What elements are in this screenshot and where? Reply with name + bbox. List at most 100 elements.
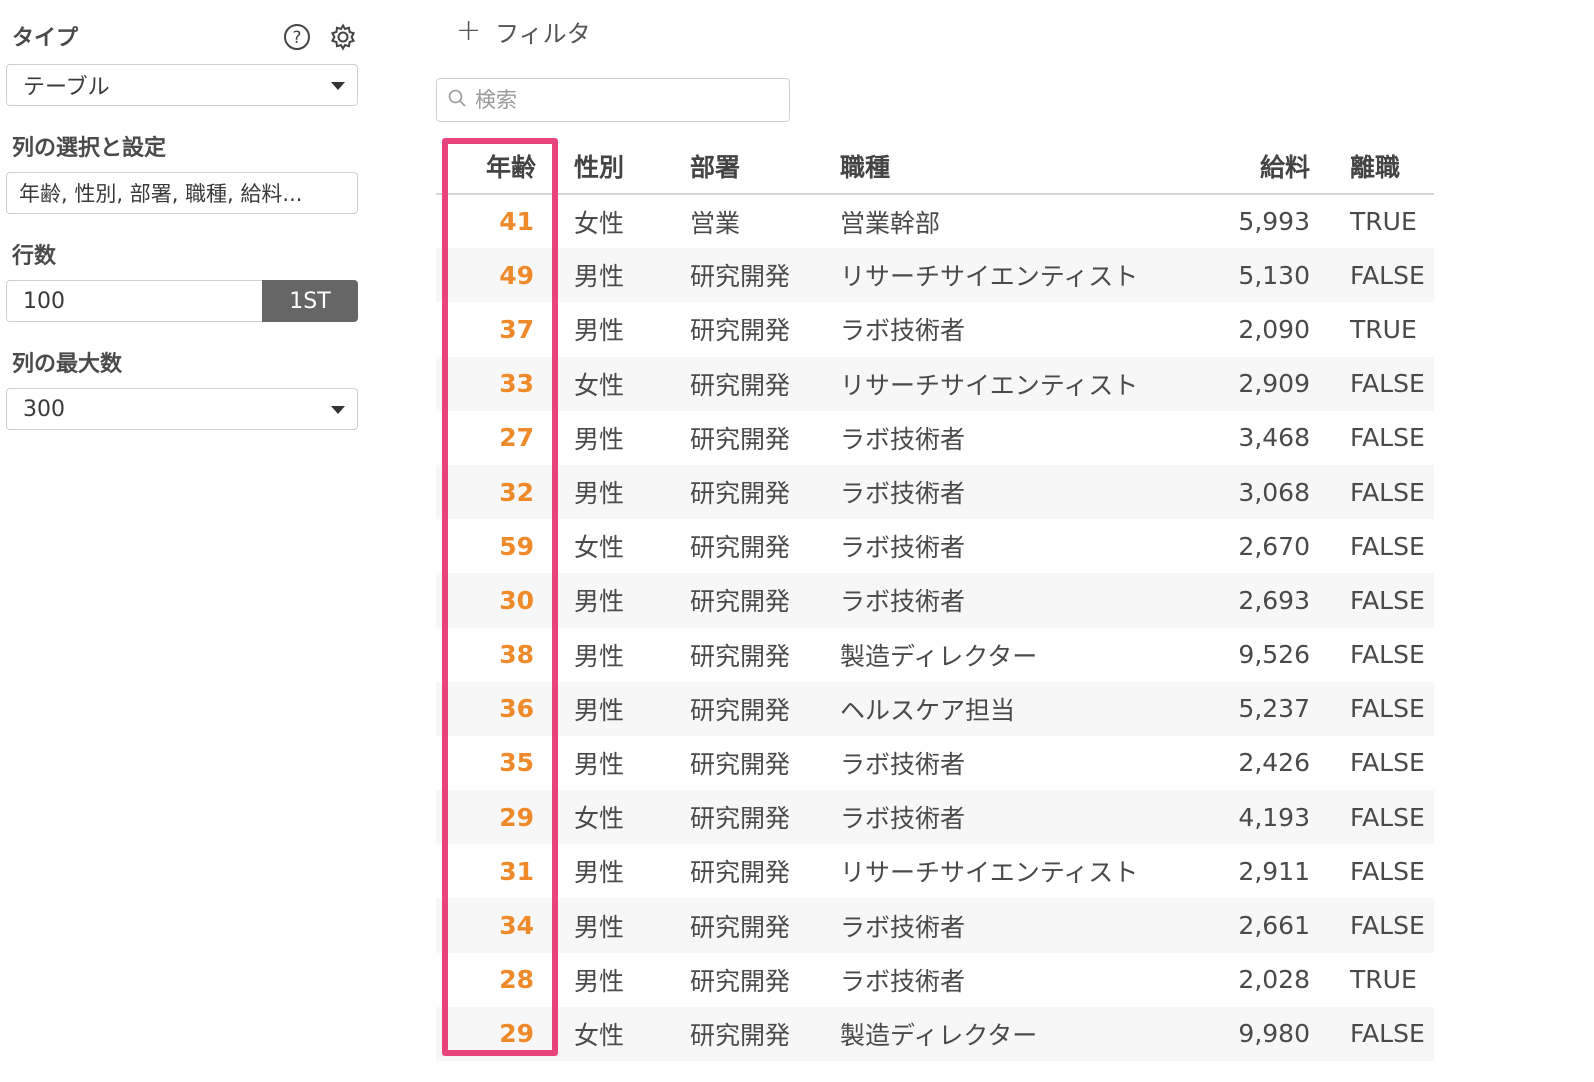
cell-attrition: FALSE (1312, 573, 1434, 628)
cell-gender: 女性 (554, 790, 672, 845)
cell-salary: 9,980 (1167, 1006, 1312, 1061)
cell-attrition: FALSE (1312, 1006, 1434, 1061)
table-row[interactable]: 27 男性 研究開発 ラボ技術者 3,468 FALSE (436, 411, 1434, 465)
cell-attrition: FALSE (1350, 531, 1425, 561)
cell-age: 34 (436, 898, 554, 953)
rows-input[interactable]: 100 (6, 280, 262, 322)
cell-gender: 女性 (574, 533, 625, 563)
cell-age: 35 (499, 748, 534, 778)
cell-department: 研究開発 (690, 749, 791, 779)
svg-text:?: ? (292, 28, 301, 48)
cell-salary: 3,468 (1238, 423, 1310, 453)
cell-gender: 男性 (554, 898, 672, 953)
cell-gender: 男性 (574, 966, 625, 996)
cell-job-role: 製造ディレクター (822, 1006, 1167, 1061)
cell-age: 33 (436, 356, 554, 411)
cell-salary: 2,909 (1167, 356, 1312, 411)
cell-department: 研究開発 (690, 424, 791, 454)
cell-age: 27 (499, 423, 534, 453)
header-job-role[interactable]: 職種 (822, 138, 1167, 195)
columns-selector-value: 年齢, 性別, 部署, 職種, 給料... (19, 182, 303, 206)
add-filter-button[interactable]: + フィルタ (456, 14, 591, 48)
cell-department: 研究開発 (672, 573, 822, 628)
cell-attrition: FALSE (1312, 356, 1434, 411)
table-row[interactable]: 33 女性 研究開発 リサーチサイエンティスト 2,909 FALSE (436, 356, 1434, 411)
chevron-down-icon (331, 82, 345, 90)
cell-attrition: FALSE (1350, 748, 1425, 778)
cell-department: 研究開発 (672, 464, 822, 520)
cell-job-role: 営業幹部 (840, 208, 941, 238)
header-age[interactable]: 年齢 (436, 138, 554, 195)
table-row[interactable]: 29 女性 研究開発 ラボ技術者 4,193 FALSE (436, 790, 1434, 845)
table-body: 41 女性 営業 営業幹部 5,993 TRUE 49 男性 研究開発 リサーチサイエンティスト 5… (436, 194, 1434, 1061)
cell-attrition: FALSE (1312, 248, 1434, 303)
table-row[interactable]: 38 男性 研究開発 製造ディレクター 9,526 FALSE (436, 628, 1434, 682)
cell-department: 研究開発 (690, 858, 791, 888)
type-label: タイプ (12, 26, 79, 51)
search-input[interactable] (475, 88, 775, 112)
cell-salary: 2,090 (1238, 314, 1310, 344)
table-row[interactable]: 32 男性 研究開発 ラボ技術者 3,068 FALSE (436, 464, 1434, 520)
cell-gender: 男性 (574, 749, 625, 779)
cell-age: 37 (499, 314, 534, 344)
cell-gender: 男性 (554, 248, 672, 303)
cell-gender: 男性 (554, 464, 672, 520)
chevron-down-icon (331, 406, 345, 414)
table-row[interactable]: 59 女性 研究開発 ラボ技術者 2,670 FALSE (436, 519, 1434, 573)
cell-salary: 9,526 (1238, 640, 1310, 670)
cell-job-role: リサーチサイエンティスト (840, 858, 1139, 888)
cell-salary: 2,693 (1167, 573, 1312, 628)
cell-age: 29 (436, 1006, 554, 1061)
first-rows-button[interactable]: 1ST (262, 280, 358, 322)
table-row[interactable]: 37 男性 研究開発 ラボ技術者 2,090 TRUE (436, 302, 1434, 356)
search-icon (447, 88, 467, 112)
cell-department: 研究開発 (672, 790, 822, 845)
cell-job-role: ラボ技術者 (840, 316, 966, 346)
table-row[interactable]: 30 男性 研究開発 ラボ技術者 2,693 FALSE (436, 573, 1434, 628)
data-table-container: 年齢 性別 部署 職種 給料 離職 41 女性 営業 営業幹部 5,993 TRUE 49 男… (436, 138, 1434, 1061)
cell-salary: 2,911 (1238, 856, 1310, 886)
cell-job-role: ラボ技術者 (822, 573, 1167, 628)
header-salary[interactable]: 給料 (1167, 138, 1312, 195)
cell-job-role: ラボ技術者 (822, 898, 1167, 953)
cell-salary: 2,028 (1238, 965, 1310, 995)
table-row[interactable]: 29 女性 研究開発 製造ディレクター 9,980 FALSE (436, 1006, 1434, 1061)
type-select[interactable]: テーブル (6, 64, 358, 106)
table-row[interactable]: 35 男性 研究開発 ラボ技術者 2,426 FALSE (436, 736, 1434, 790)
cell-age: 32 (436, 464, 554, 520)
rows-label: 行数 (12, 244, 57, 269)
table-row[interactable]: 28 男性 研究開発 ラボ技術者 2,028 TRUE (436, 953, 1434, 1007)
columns-label: 列の選択と設定 (12, 136, 167, 161)
cell-job-role: ラボ技術者 (822, 790, 1167, 845)
cell-job-role: ラボ技術者 (840, 966, 966, 996)
cell-salary: 2,670 (1238, 531, 1310, 561)
gear-icon[interactable] (328, 22, 358, 52)
table-row[interactable]: 31 男性 研究開発 リサーチサイエンティスト 2,911 FALSE (436, 844, 1434, 898)
cell-job-role: ヘルスケア担当 (822, 681, 1167, 736)
data-table: 年齢 性別 部署 職種 給料 離職 41 女性 営業 営業幹部 5,993 TRUE 49 男… (436, 138, 1434, 1061)
header-gender[interactable]: 性別 (554, 138, 672, 195)
cell-job-role: ラボ技術者 (840, 749, 966, 779)
cell-job-role: ラボ技術者 (840, 424, 966, 454)
columns-selector[interactable]: 年齢, 性別, 部署, 職種, 給料... (6, 172, 358, 214)
cell-job-role: リサーチサイエンティスト (822, 356, 1167, 411)
header-department[interactable]: 部署 (672, 138, 822, 195)
max-columns-select[interactable]: 300 (6, 388, 358, 430)
header-attrition[interactable]: 離職 (1312, 138, 1434, 195)
cell-department: 研究開発 (672, 681, 822, 736)
cell-job-role: ラボ技術者 (822, 464, 1167, 520)
cell-age: 30 (436, 573, 554, 628)
type-select-value: テーブル (23, 75, 110, 100)
cell-age: 38 (499, 640, 534, 670)
help-icon[interactable]: ? (282, 22, 312, 52)
search-box[interactable] (436, 78, 790, 122)
table-row[interactable]: 41 女性 営業 営業幹部 5,993 TRUE (436, 194, 1434, 248)
table-row[interactable]: 49 男性 研究開発 リサーチサイエンティスト 5,130 FALSE (436, 248, 1434, 303)
plus-icon: + (456, 13, 482, 48)
cell-age: 31 (499, 856, 534, 886)
table-row[interactable]: 36 男性 研究開発 ヘルスケア担当 5,237 FALSE (436, 681, 1434, 736)
cell-department: 研究開発 (690, 966, 791, 996)
table-row[interactable]: 34 男性 研究開発 ラボ技術者 2,661 FALSE (436, 898, 1434, 953)
cell-age: 49 (436, 248, 554, 303)
cell-salary: 5,993 (1238, 207, 1310, 237)
